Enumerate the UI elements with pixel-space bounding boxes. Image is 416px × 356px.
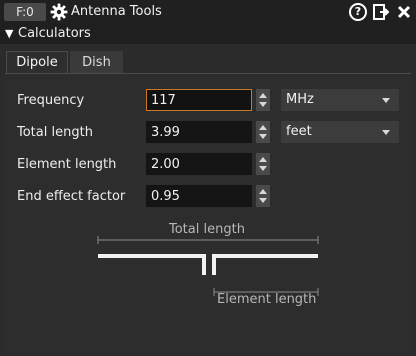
total-length-dimension xyxy=(97,236,319,244)
total-length-caption: Total length xyxy=(169,222,245,237)
dipole-diagram xyxy=(97,236,319,296)
dipole-elements xyxy=(98,254,318,275)
element-length-caption: Element length xyxy=(217,292,317,307)
